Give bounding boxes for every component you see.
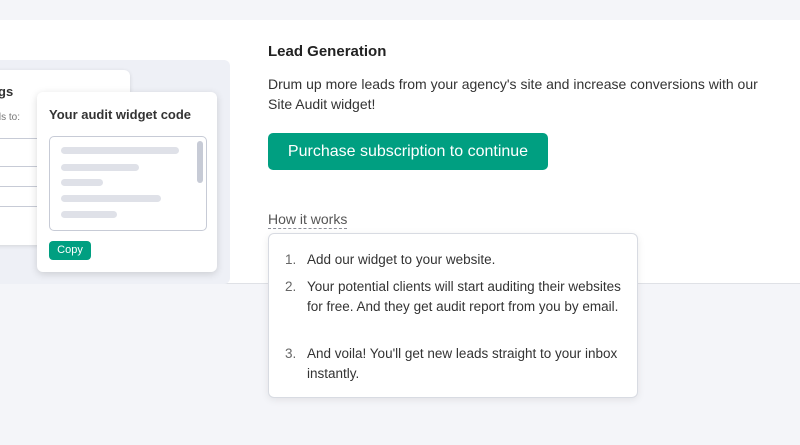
settings-line — [0, 166, 40, 167]
step-text: Your potential clients will start auditi… — [307, 279, 621, 314]
page: gs ads to: Your audit widget code Copy — [0, 0, 800, 445]
page-title: Lead Generation — [268, 43, 387, 60]
settings-line — [0, 206, 40, 207]
step-number: 1. — [285, 252, 297, 267]
settings-card-title: gs — [0, 84, 14, 99]
copy-button-illustration: Copy — [49, 241, 91, 260]
settings-line — [0, 186, 40, 187]
settings-card-subtitle: ads to: — [0, 112, 21, 123]
widget-code-title: Your audit widget code — [49, 107, 192, 122]
how-it-works-tooltip: 1. Add our widget to your website. 2. Yo… — [268, 233, 638, 398]
code-line — [61, 147, 179, 154]
list-item: 3. And voila! You'll get new leads strai… — [285, 344, 625, 384]
code-line — [61, 164, 139, 171]
widget-code-box — [49, 136, 207, 231]
step-number: 2. — [285, 279, 297, 294]
how-it-works-link[interactable]: How it works — [268, 211, 348, 229]
settings-line — [0, 138, 40, 139]
code-line — [61, 195, 161, 202]
code-line — [61, 179, 103, 186]
widget-illustration: gs ads to: Your audit widget code Copy — [0, 60, 230, 284]
step-text: Add our widget to your website. — [307, 252, 496, 267]
lead-description: Drum up more leads from your agency's si… — [268, 76, 758, 112]
step-number: 3. — [285, 346, 297, 361]
list-item: 1. Add our widget to your website. — [285, 250, 625, 270]
top-band — [0, 0, 800, 20]
code-line — [61, 211, 117, 218]
code-scrollbar — [197, 141, 203, 183]
step-text: And voila! You'll get new leads straight… — [307, 346, 618, 381]
list-item: 2. Your potential clients will start aud… — [285, 277, 625, 317]
widget-code-card: Your audit widget code Copy — [37, 92, 217, 272]
purchase-subscription-button[interactable]: Purchase subscription to continue — [268, 133, 548, 170]
